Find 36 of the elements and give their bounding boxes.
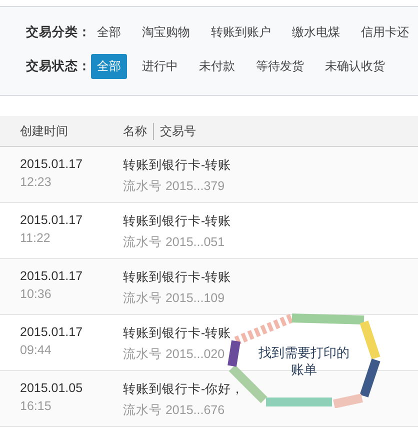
filter-option[interactable]: 未付款 — [193, 54, 241, 78]
annotation-text: 找到需要打印的账单 — [258, 344, 350, 378]
column-header: 创建时间 — [20, 122, 69, 140]
time-text: 11:22 — [20, 231, 52, 245]
filter-option[interactable]: 进行中 — [136, 54, 184, 78]
date-text: 2015.01.17 — [20, 269, 84, 283]
time-text: 16:15 — [20, 399, 52, 413]
time-text: 12:23 — [20, 175, 52, 189]
filter-option[interactable]: 淘宝购物 — [136, 20, 196, 44]
filter-option[interactable]: 未确认收货 — [319, 54, 391, 78]
filter-option[interactable]: 等待发货 — [250, 54, 310, 78]
serial-number: 流水号 2015...379 — [123, 178, 226, 195]
time-text: 09:44 — [20, 343, 52, 357]
filter-option[interactable]: 全部 — [91, 54, 127, 78]
date-text: 2015.01.17 — [20, 213, 84, 227]
column-header: 交易号 — [153, 122, 196, 140]
filter-label: 交易状态： — [26, 58, 91, 74]
filter-option[interactable]: 转账到账户 — [205, 20, 277, 44]
date-text: 2015.01.17 — [20, 157, 84, 171]
date-text: 2015.01.05 — [20, 381, 84, 395]
filter-option[interactable]: 缴水电煤 — [286, 20, 346, 44]
time-text: 10:36 — [20, 287, 52, 301]
transaction-name: 转账到银行卡-转账 — [123, 325, 232, 342]
transaction-name: 转账到银行卡-转账 — [123, 213, 232, 230]
filter-option[interactable]: 全部 — [91, 20, 127, 44]
date-text: 2015.01.17 — [20, 325, 84, 339]
column-header: 名称 — [123, 122, 147, 140]
serial-number: 流水号 2015...676 — [123, 402, 226, 419]
filter-option[interactable]: 信用卡还 — [355, 20, 415, 44]
filter-label: 交易分类： — [26, 24, 91, 40]
serial-number: 流水号 2015...109 — [123, 290, 226, 307]
serial-number: 流水号 2015...051 — [123, 234, 226, 251]
transaction-name: 转账到银行卡-你好， — [123, 381, 244, 398]
serial-number: 流水号 2015...020 — [123, 346, 226, 363]
transaction-name: 转账到银行卡-转账 — [123, 269, 232, 286]
transaction-name: 转账到银行卡-转账 — [123, 157, 232, 174]
